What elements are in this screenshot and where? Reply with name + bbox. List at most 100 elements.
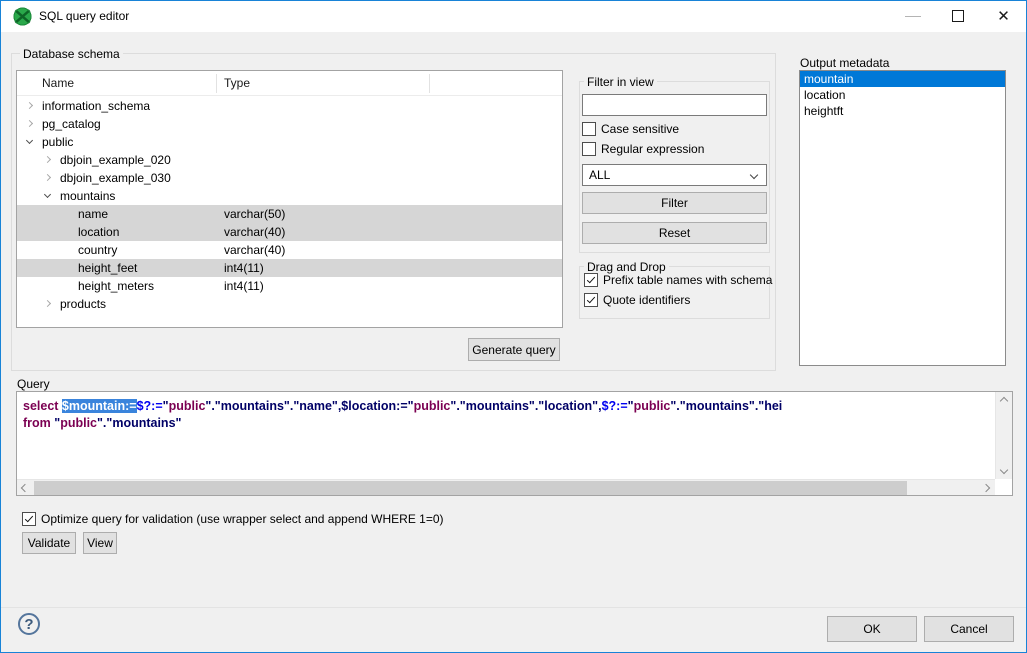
- query-token: public: [634, 399, 671, 413]
- titlebar: SQL query editor ✕: [1, 1, 1026, 32]
- prefix-table-names-label: Prefix table names with schema: [603, 273, 772, 287]
- tree-row-pg_catalog[interactable]: pg_catalog: [17, 115, 562, 133]
- minimize-icon: [905, 16, 921, 17]
- query-label: Query: [17, 377, 50, 391]
- ok-button[interactable]: OK: [827, 616, 917, 642]
- tree-cell-type: varchar(40): [224, 225, 285, 239]
- tree-header: Name Type: [17, 71, 562, 96]
- query-token: $mountain:=: [62, 399, 137, 413]
- regular-expression-label: Regular expression: [601, 142, 704, 156]
- filter-scope-dropdown[interactable]: ALL: [582, 164, 767, 186]
- close-button[interactable]: ✕: [981, 1, 1026, 32]
- footer-divider: [1, 607, 1026, 608]
- scroll-left-icon[interactable]: [21, 484, 29, 492]
- dropdown-value: ALL: [589, 168, 610, 182]
- column-header-type[interactable]: Type: [224, 76, 250, 90]
- scrollbar-thumb[interactable]: [34, 481, 907, 495]
- query-token: $?:=: [137, 399, 163, 413]
- chevron-right-icon[interactable]: [44, 156, 51, 163]
- tree-row-information_schema[interactable]: information_schema: [17, 97, 562, 115]
- view-button[interactable]: View: [83, 532, 117, 554]
- close-icon: ✕: [997, 8, 1010, 25]
- tree-cell-name: products: [60, 297, 106, 311]
- query-token: "."mountains"."hei: [670, 399, 782, 413]
- checkbox-checked-icon: [584, 293, 598, 307]
- quote-identifiers-label: Quote identifiers: [603, 293, 690, 307]
- metadata-item-heightft[interactable]: heightft: [800, 103, 1005, 119]
- query-text: select $mountain:=$?:="public"."mountain…: [23, 398, 992, 475]
- tree-row-products[interactable]: products: [17, 295, 562, 313]
- output-metadata-listbox[interactable]: mountainlocationheightft: [799, 70, 1006, 366]
- checkbox-icon: [582, 142, 596, 156]
- tree-cell-name: mountains: [60, 189, 115, 203]
- query-token: public: [169, 399, 206, 413]
- database-schema-label: Database schema: [20, 47, 123, 61]
- query-line: select $mountain:=$?:="public"."mountain…: [23, 398, 992, 415]
- generate-query-button[interactable]: Generate query: [468, 338, 560, 361]
- tree-cell-name: dbjoin_example_020: [60, 153, 171, 167]
- query-editor[interactable]: select $mountain:=$?:="public"."mountain…: [16, 391, 1013, 496]
- tree-row-country[interactable]: countryvarchar(40): [17, 241, 562, 259]
- chevron-right-icon[interactable]: [26, 120, 33, 127]
- cancel-button[interactable]: Cancel: [924, 616, 1014, 642]
- tree-row-name[interactable]: namevarchar(50): [17, 205, 562, 223]
- horizontal-scrollbar[interactable]: [17, 479, 995, 495]
- tree-cell-name: information_schema: [42, 99, 150, 113]
- metadata-item-location[interactable]: location: [800, 87, 1005, 103]
- tree-row-mountains[interactable]: mountains: [17, 187, 562, 205]
- maximize-icon: [952, 10, 964, 22]
- query-line: from "public"."mountains": [23, 415, 992, 432]
- chevron-right-icon[interactable]: [26, 102, 33, 109]
- tree-row-height_meters[interactable]: height_metersint4(11): [17, 277, 562, 295]
- query-token: "."mountains"."location",: [450, 399, 601, 413]
- tree-row-dbjoin_example_030[interactable]: dbjoin_example_030: [17, 169, 562, 187]
- query-token: $?:=: [602, 399, 628, 413]
- validate-button[interactable]: Validate: [22, 532, 76, 554]
- tree-cell-type: int4(11): [224, 261, 264, 275]
- query-token: from: [23, 416, 54, 430]
- tree-cell-name: pg_catalog: [42, 117, 101, 131]
- chevron-down-icon[interactable]: [44, 191, 51, 198]
- scroll-right-icon[interactable]: [982, 484, 990, 492]
- tree-row-location[interactable]: location varchar(40): [17, 223, 562, 241]
- query-token: select: [23, 399, 62, 413]
- tree-row-height_feet[interactable]: height_feetint4(11): [17, 259, 562, 277]
- vertical-scrollbar[interactable]: [995, 392, 1012, 479]
- help-button[interactable]: ?: [18, 613, 40, 635]
- tree-cell-name: country: [78, 243, 117, 257]
- tree-cell-name: location: [78, 225, 119, 239]
- sql-query-editor-dialog: SQL query editor ✕ Database schema Name …: [0, 0, 1027, 653]
- tree-cell-name: height_meters: [78, 279, 154, 293]
- query-token: public: [414, 399, 451, 413]
- query-token: public: [60, 416, 97, 430]
- window-title: SQL query editor: [39, 9, 129, 23]
- output-metadata-label: Output metadata: [800, 56, 889, 70]
- chevron-right-icon[interactable]: [44, 174, 51, 181]
- drag-and-drop-label: Drag and Drop: [584, 260, 669, 274]
- metadata-item-mountain[interactable]: mountain: [800, 71, 1005, 87]
- filter-button[interactable]: Filter: [582, 192, 767, 214]
- minimize-button[interactable]: [891, 1, 936, 32]
- tree-cell-name: name: [78, 207, 108, 221]
- checkbox-icon: [582, 122, 596, 136]
- column-divider[interactable]: [216, 74, 217, 93]
- scroll-up-icon[interactable]: [1000, 397, 1008, 405]
- filter-input[interactable]: [582, 94, 767, 116]
- tree-row-public[interactable]: public: [17, 133, 562, 151]
- reset-button[interactable]: Reset: [582, 222, 767, 244]
- tree-row-dbjoin_example_020[interactable]: dbjoin_example_020: [17, 151, 562, 169]
- column-divider[interactable]: [429, 74, 430, 93]
- query-token: "."mountains"."name",$location:=": [205, 399, 413, 413]
- checkbox-checked-icon: [22, 512, 36, 526]
- schema-tree[interactable]: Name Type information_schema pg_catalogpu…: [16, 70, 563, 328]
- tree-cell-name: dbjoin_example_030: [60, 171, 171, 185]
- chevron-right-icon[interactable]: [44, 300, 51, 307]
- query-token: "."mountains": [97, 416, 181, 430]
- column-header-name[interactable]: Name: [42, 76, 74, 90]
- filter-group-label: Filter in view: [584, 75, 657, 89]
- chevron-down-icon: [750, 171, 758, 179]
- maximize-button[interactable]: [936, 1, 981, 32]
- chevron-down-icon[interactable]: [26, 137, 33, 144]
- scroll-down-icon[interactable]: [1000, 466, 1008, 474]
- checkbox-checked-icon: [584, 273, 598, 287]
